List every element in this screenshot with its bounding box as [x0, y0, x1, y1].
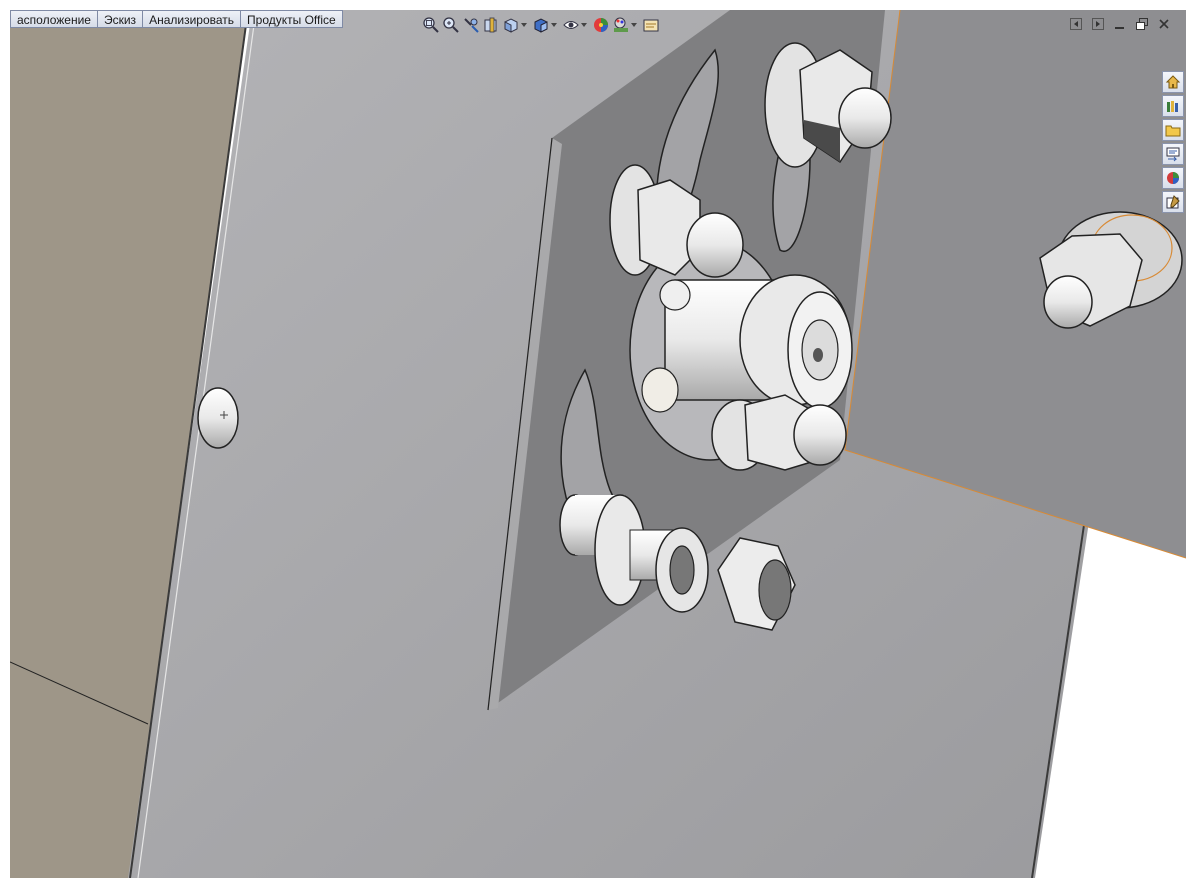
minimize-button[interactable] [1112, 16, 1128, 32]
heads-up-view-toolbar [422, 15, 660, 35]
central-hub[interactable] [641, 274, 853, 413]
task-pane-appearances[interactable] [1162, 167, 1184, 189]
custom-properties-icon [1166, 195, 1180, 209]
task-pane-home[interactable] [1162, 71, 1184, 93]
view-orientation-caret-icon [521, 23, 527, 27]
appearances-icon [1167, 172, 1179, 184]
file-explorer-icon [1165, 125, 1181, 137]
display-style-caret-icon [551, 23, 557, 27]
hide-show-items-button[interactable] [562, 15, 590, 35]
design-library-icon [1167, 101, 1178, 112]
next-window-button[interactable] [1090, 16, 1106, 32]
view-orientation-button[interactable] [502, 15, 530, 35]
graphics-area[interactable] [10, 10, 1186, 878]
view-settings-button[interactable] [642, 15, 660, 35]
apply-scene-button[interactable] [612, 15, 640, 35]
restore-button[interactable] [1134, 16, 1150, 32]
close-button[interactable] [1156, 16, 1172, 32]
tab-layout[interactable]: асположение [10, 10, 98, 28]
view-palette-icon [1166, 147, 1180, 162]
section-view-button[interactable] [482, 15, 500, 35]
next-window-icon [1092, 18, 1104, 30]
edit-appearance-icon [594, 18, 608, 32]
restore-icon [1136, 18, 1148, 30]
zoom-to-area-icon [443, 17, 459, 33]
apply-scene-icon [614, 17, 628, 32]
view-orientation-icon [504, 18, 518, 33]
task-pane-custom-properties[interactable] [1162, 191, 1184, 213]
document-window-controls [1068, 16, 1172, 32]
zoom-to-fit-icon [423, 17, 439, 33]
close-icon [1159, 19, 1169, 29]
zoom-to-area-button[interactable] [442, 15, 460, 35]
tab-office-products[interactable]: Продукты Office [241, 10, 343, 28]
view-settings-icon [643, 19, 659, 32]
cap-screw[interactable] [197, 387, 239, 449]
zoom-to-fit-button[interactable] [422, 15, 440, 35]
minimize-icon [1115, 27, 1124, 29]
home-icon [1165, 75, 1181, 89]
display-style-icon [534, 18, 548, 33]
task-pane-design-library[interactable] [1162, 95, 1184, 117]
command-manager-tabs: асположение Эскиз Анализировать Продукты… [10, 10, 343, 29]
task-pane-tabs [1162, 71, 1186, 213]
prev-window-button[interactable] [1068, 16, 1084, 32]
tab-sketch[interactable]: Эскиз [97, 10, 144, 28]
tab-evaluate[interactable]: Анализировать [143, 10, 242, 28]
model-view[interactable] [10, 10, 1186, 878]
task-pane-file-explorer[interactable] [1162, 119, 1184, 141]
prev-window-icon [1070, 18, 1082, 30]
edit-appearance-button[interactable] [592, 15, 610, 35]
hide-show-items-caret-icon [581, 23, 587, 27]
previous-view-button[interactable] [462, 15, 480, 35]
task-pane-view-palette[interactable] [1162, 143, 1184, 165]
apply-scene-caret-icon [631, 23, 637, 27]
section-view-icon [484, 17, 497, 33]
bolt-lower-middle[interactable] [711, 394, 847, 471]
display-style-button[interactable] [532, 15, 560, 35]
previous-view-icon [464, 18, 479, 33]
hide-show-items-icon [563, 21, 579, 29]
